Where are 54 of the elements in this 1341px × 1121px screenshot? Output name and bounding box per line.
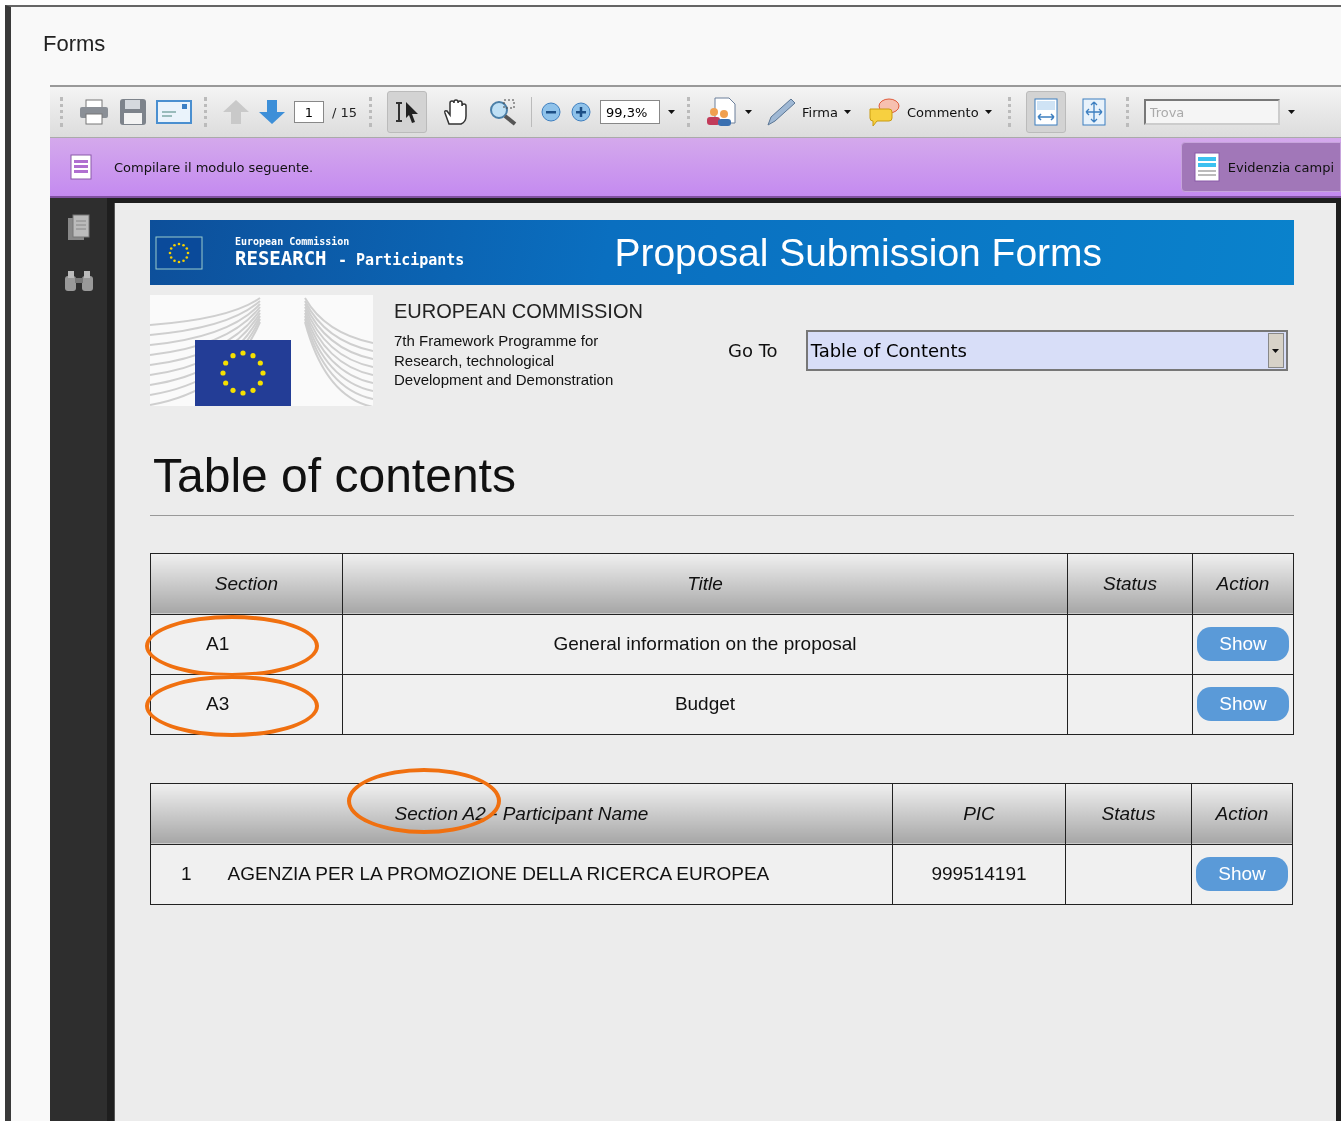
speech-bubble-icon bbox=[866, 97, 901, 127]
column-header: Status bbox=[1067, 553, 1193, 615]
comment-button[interactable]: Commento bbox=[862, 97, 996, 127]
banner-program: RESEARCH - Participants bbox=[235, 249, 465, 268]
window-title: Forms bbox=[43, 30, 107, 58]
caret-icon[interactable] bbox=[1287, 110, 1295, 114]
zoom-out-icon[interactable] bbox=[540, 101, 563, 123]
zoom-in-icon[interactable] bbox=[570, 101, 593, 123]
caret-icon bbox=[1272, 348, 1280, 353]
caret-icon bbox=[843, 110, 851, 114]
column-header: Status bbox=[1065, 783, 1192, 845]
form-fields-icon bbox=[1193, 152, 1220, 182]
page-heading: Table of contents bbox=[153, 450, 517, 503]
programme-text: 7th Framework Programme for Research, technological Development and Demonstration bbox=[394, 331, 615, 390]
sign-button[interactable]: Firma bbox=[760, 97, 855, 127]
caret-icon[interactable] bbox=[668, 110, 676, 114]
highlight-fields-button[interactable]: Evidenzia campi bbox=[1180, 142, 1341, 192]
binoculars-icon[interactable] bbox=[63, 270, 94, 292]
select-tool-button[interactable] bbox=[387, 91, 428, 133]
column-header: Action bbox=[1192, 553, 1294, 615]
table-cell: General information on the proposal bbox=[342, 614, 1068, 675]
goto-label: Go To bbox=[728, 340, 778, 361]
save-icon[interactable] bbox=[118, 98, 148, 126]
table-cell: Budget bbox=[342, 674, 1068, 735]
form-icon bbox=[70, 154, 92, 180]
arrow-down-icon[interactable] bbox=[258, 99, 286, 125]
column-header: Title bbox=[342, 553, 1068, 615]
banner-title: Proposal Submission Forms bbox=[614, 230, 1103, 275]
fit-width-button[interactable] bbox=[1025, 91, 1066, 133]
table-cell: 999514191 bbox=[892, 844, 1066, 905]
print-icon[interactable] bbox=[78, 98, 110, 126]
organization-name: EUROPEAN COMMISSION bbox=[394, 300, 644, 323]
form-message: Compilare il modulo seguente. bbox=[114, 159, 315, 175]
table-cell: 1 AGENZIA PER LA PROMOZIONE DELLA RICERCA EUROPEA bbox=[150, 844, 893, 905]
pages-icon[interactable] bbox=[66, 214, 91, 242]
column-header: PIC bbox=[892, 783, 1066, 845]
caret-icon[interactable] bbox=[745, 110, 753, 114]
magnifier-icon bbox=[488, 98, 519, 126]
document-people-icon[interactable] bbox=[705, 97, 738, 127]
goto-dropdown[interactable]: Table of Contents bbox=[805, 330, 1288, 371]
column-header: Action bbox=[1191, 783, 1293, 845]
zoom-field[interactable]: 99,3% bbox=[600, 100, 661, 124]
email-icon[interactable] bbox=[156, 99, 192, 125]
page-number-field[interactable]: 1 bbox=[294, 101, 324, 123]
search-field[interactable]: Trova bbox=[1143, 99, 1280, 125]
fit-page-icon bbox=[1081, 98, 1106, 126]
caret-icon bbox=[984, 110, 992, 114]
eu-flag-icon bbox=[155, 235, 203, 270]
hand-icon bbox=[441, 98, 470, 126]
column-header: Section bbox=[150, 553, 343, 615]
fit-width-icon bbox=[1033, 98, 1058, 126]
page-total: / 15 bbox=[332, 104, 358, 120]
banner-org: European Commission bbox=[235, 237, 351, 247]
pen-icon bbox=[764, 97, 797, 127]
